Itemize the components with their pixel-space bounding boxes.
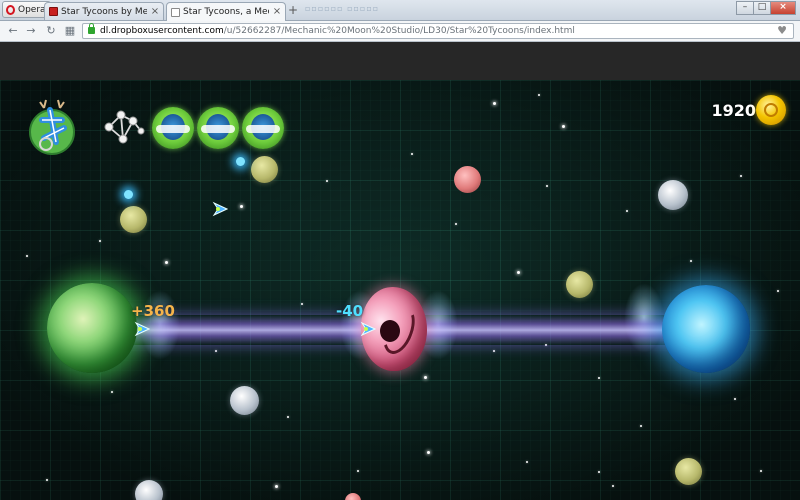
star xyxy=(46,479,48,481)
game-logo-icon[interactable] xyxy=(26,98,78,156)
site-favicon-icon xyxy=(49,7,58,16)
star xyxy=(26,255,28,257)
back-arrow-icon[interactable]: ← xyxy=(6,24,20,38)
url-domain: dl.dropboxusercontent.com xyxy=(100,26,224,36)
income-loss-label: -40 xyxy=(336,302,364,320)
close-icon[interactable]: × xyxy=(272,4,282,20)
address-url[interactable]: dl.dropboxusercontent.com/u/52662287/Mec… xyxy=(100,24,575,38)
bookmark-heart-icon[interactable]: ♥ xyxy=(777,24,787,38)
fleet-ship-icon[interactable] xyxy=(152,107,194,149)
page-favicon-icon xyxy=(171,7,180,17)
maximize-button[interactable]: □ xyxy=(753,1,771,15)
star xyxy=(427,451,430,454)
star xyxy=(275,485,278,488)
tab-title: Star Tycoons, a Mechanic xyxy=(183,7,269,17)
forward-arrow-icon[interactable]: → xyxy=(24,24,38,38)
secure-lock-icon xyxy=(88,23,95,34)
trade-beam-right xyxy=(410,315,680,345)
fleet-ship-icon[interactable] xyxy=(242,107,284,149)
star xyxy=(493,102,496,105)
planet-crater xyxy=(380,320,400,342)
address-bar[interactable]: dl.dropboxusercontent.com/u/52662287/Mec… xyxy=(82,23,794,39)
asteroid[interactable] xyxy=(135,480,163,500)
window-controls: – □ × xyxy=(736,1,796,15)
star xyxy=(538,94,540,96)
star xyxy=(626,210,628,212)
network-icon[interactable] xyxy=(99,107,145,147)
asteroid[interactable] xyxy=(658,180,688,210)
minimize-button[interactable]: – xyxy=(736,1,754,15)
star xyxy=(424,376,427,379)
star xyxy=(517,271,520,274)
ship-icon[interactable] xyxy=(134,321,150,337)
star xyxy=(526,461,528,463)
star xyxy=(111,391,113,393)
faded-tab-area: ▫▫▫▫▫▫ ▫▫▫▫▫ xyxy=(305,4,380,13)
star xyxy=(640,425,642,427)
energy-orb[interactable] xyxy=(236,157,245,166)
income-gain-label: +360 xyxy=(131,302,175,320)
opera-logo-icon xyxy=(6,4,15,15)
asteroid[interactable] xyxy=(566,271,593,298)
asteroid[interactable] xyxy=(454,166,481,193)
money-score: 1920 xyxy=(711,101,756,120)
home-planet-green[interactable] xyxy=(47,283,137,373)
star xyxy=(777,290,779,292)
browser-nav-bar: ← → ↻ ▦ dl.dropboxusercontent.com/u/5266… xyxy=(0,21,800,42)
close-window-button[interactable]: × xyxy=(770,1,796,15)
star xyxy=(734,398,736,400)
star xyxy=(287,416,289,418)
star xyxy=(690,260,692,262)
star xyxy=(562,125,565,128)
ship-icon[interactable] xyxy=(212,201,228,217)
star xyxy=(301,303,303,305)
star xyxy=(598,377,600,379)
star xyxy=(326,180,328,182)
asteroid[interactable] xyxy=(230,386,259,415)
tab-star-tycoons-mechanic[interactable]: Star Tycoons by Mechanic × xyxy=(44,2,164,20)
star xyxy=(99,240,101,242)
star xyxy=(240,205,243,208)
asteroid[interactable] xyxy=(120,206,147,233)
star xyxy=(760,470,762,472)
asteroid[interactable] xyxy=(675,458,702,485)
star xyxy=(493,350,495,352)
star xyxy=(546,185,548,187)
close-icon[interactable]: × xyxy=(150,4,160,20)
fleet-ship-icon[interactable] xyxy=(197,107,239,149)
asteroid[interactable] xyxy=(251,156,278,183)
new-tab-button[interactable]: + xyxy=(288,4,298,16)
ship-icon[interactable] xyxy=(360,321,376,337)
star xyxy=(411,153,413,155)
star xyxy=(740,175,742,177)
tab-title: Star Tycoons by Mechanic xyxy=(61,6,147,17)
asteroid[interactable] xyxy=(345,493,361,500)
browser-tab-bar: Opera Star Tycoons by Mechanic × Star Ty… xyxy=(0,0,800,21)
url-path: /u/52662287/Mechanic%20Moon%20Studio/LD3… xyxy=(223,26,575,36)
coin-icon xyxy=(756,95,786,125)
star xyxy=(357,470,359,472)
fleet-indicator xyxy=(152,107,284,149)
tab-star-tycoons-game[interactable]: Star Tycoons, a Mechanic × xyxy=(166,2,286,21)
game-canvas[interactable]: +360 -40 1920 xyxy=(0,80,800,500)
reload-icon[interactable]: ↻ xyxy=(44,24,58,38)
star xyxy=(598,471,600,473)
target-planet-blue[interactable] xyxy=(662,285,750,373)
speed-dial-icon[interactable]: ▦ xyxy=(63,24,77,38)
star xyxy=(165,261,168,264)
star xyxy=(612,485,614,487)
star xyxy=(215,350,217,352)
page-header-strip xyxy=(0,42,800,80)
star xyxy=(455,223,457,225)
opera-menu-label: Opera xyxy=(18,4,46,15)
energy-orb[interactable] xyxy=(124,190,133,199)
